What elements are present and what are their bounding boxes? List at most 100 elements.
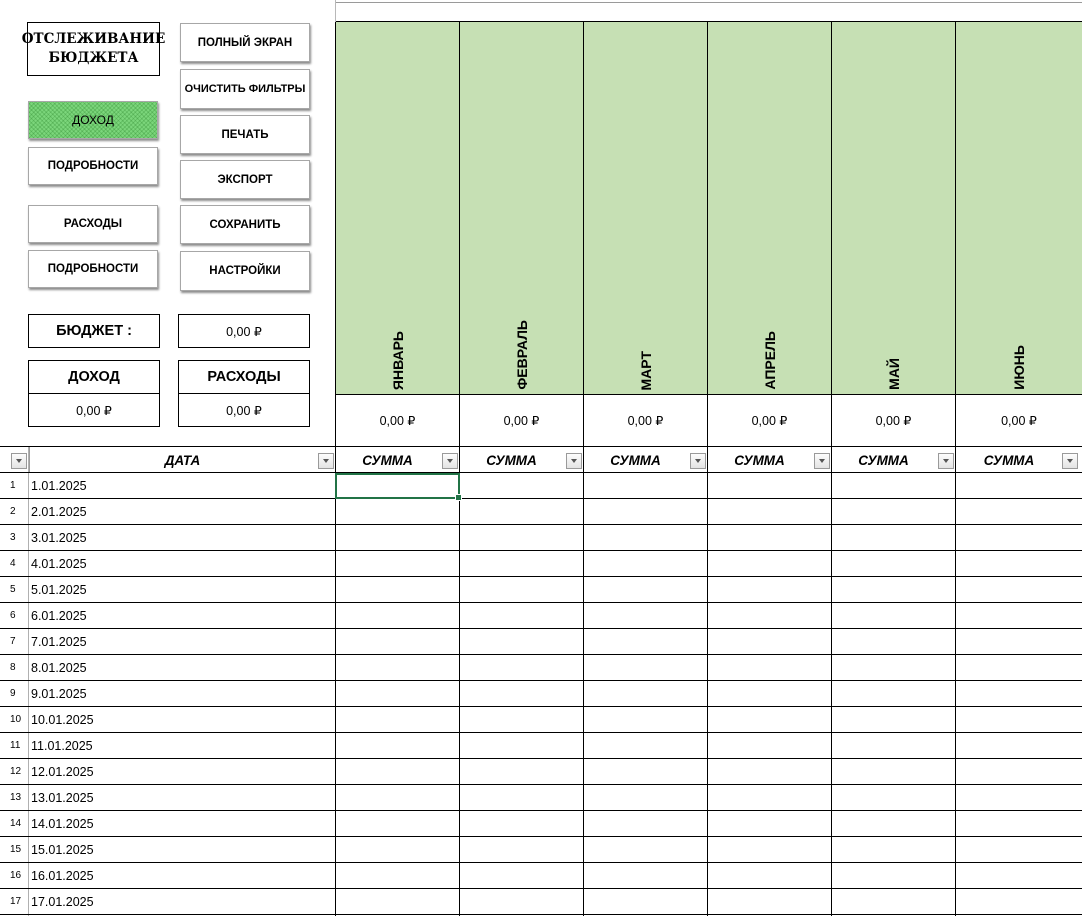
row-number: 8 bbox=[10, 662, 16, 673]
row-border bbox=[0, 732, 1082, 733]
grid-vline bbox=[583, 447, 584, 916]
row-number: 14 bbox=[10, 818, 22, 829]
row-border bbox=[0, 862, 1082, 863]
selected-cell[interactable] bbox=[335, 473, 462, 501]
row-number: 7 bbox=[10, 636, 16, 647]
row-number: 1 bbox=[10, 480, 16, 491]
row-border bbox=[0, 810, 1082, 811]
print-button[interactable]: ПЕЧАТЬ bbox=[180, 115, 310, 154]
dashboard-title: ОТСЛЕЖИВАНИЕ БЮДЖЕТА bbox=[22, 22, 165, 76]
row-border bbox=[0, 550, 1082, 551]
date-cell[interactable]: 12.01.2025 bbox=[31, 759, 94, 785]
month-name: ФЕВРАЛЬ bbox=[513, 320, 530, 390]
expenses-total-label: РАСХОДЫ bbox=[178, 360, 310, 394]
grid-vline bbox=[335, 447, 336, 916]
february-filter-button[interactable] bbox=[566, 453, 582, 469]
march-filter-button[interactable] bbox=[690, 453, 706, 469]
income-details-button[interactable]: ПОДРОБНОСТИ bbox=[28, 147, 158, 185]
chevron-down-icon bbox=[819, 459, 825, 463]
date-cell[interactable]: 4.01.2025 bbox=[31, 551, 87, 577]
chevron-down-icon bbox=[695, 459, 701, 463]
month-total-january: 0,00 ₽ bbox=[335, 394, 459, 446]
may-filter-button[interactable] bbox=[938, 453, 954, 469]
grid-vline bbox=[955, 447, 956, 916]
row-border bbox=[0, 576, 1082, 577]
date-cell[interactable]: 8.01.2025 bbox=[31, 655, 87, 681]
row-number: 4 bbox=[10, 558, 16, 569]
amount-column-header-january[interactable]: СУММА bbox=[335, 447, 459, 473]
grid-vline bbox=[831, 447, 832, 916]
month-total-may: 0,00 ₽ bbox=[831, 394, 955, 446]
row-number: 11 bbox=[10, 740, 21, 751]
date-column-header[interactable]: ДАТА bbox=[29, 447, 335, 473]
january-filter-button[interactable] bbox=[442, 453, 458, 469]
date-cell[interactable]: 2.01.2025 bbox=[31, 499, 87, 525]
row-number: 15 bbox=[10, 844, 22, 855]
sheet-top-border bbox=[336, 2, 1082, 3]
expenses-details-button[interactable]: ПОДРОБНОСТИ bbox=[28, 250, 158, 288]
row-number: 13 bbox=[10, 792, 22, 803]
april-filter-button[interactable] bbox=[814, 453, 830, 469]
row-number: 3 bbox=[10, 532, 16, 543]
month-total-march: 0,00 ₽ bbox=[583, 394, 707, 446]
date-cell[interactable]: 3.01.2025 bbox=[31, 525, 87, 551]
amount-column-header-may[interactable]: СУММА bbox=[831, 447, 955, 473]
row-border bbox=[0, 628, 1082, 629]
fullscreen-button[interactable]: ПОЛНЫЙ ЭКРАН bbox=[180, 23, 310, 62]
save-button[interactable]: СОХРАНИТЬ bbox=[180, 205, 310, 244]
date-filter-button[interactable] bbox=[318, 453, 334, 469]
budget-label: БЮДЖЕТ : bbox=[28, 314, 160, 348]
date-cell[interactable]: 14.01.2025 bbox=[31, 811, 94, 837]
settings-button[interactable]: НАСТРОЙКИ bbox=[180, 251, 310, 291]
date-cell[interactable]: 6.01.2025 bbox=[31, 603, 87, 629]
row-number: 2 bbox=[10, 506, 16, 517]
row-border bbox=[0, 706, 1082, 707]
june-filter-button[interactable] bbox=[1062, 453, 1078, 469]
date-cell[interactable]: 16.01.2025 bbox=[31, 863, 94, 889]
row-border bbox=[0, 472, 1082, 473]
month-header-may: МАЙ bbox=[831, 22, 955, 394]
date-cell[interactable]: 1.01.2025 bbox=[31, 473, 87, 499]
month-header-february: ФЕВРАЛЬ bbox=[459, 22, 583, 394]
date-cell[interactable]: 11.01.2025 bbox=[31, 733, 93, 759]
row-number-filter-button[interactable] bbox=[11, 453, 27, 469]
row-number: 10 bbox=[10, 714, 22, 725]
row-number: 17 bbox=[10, 896, 22, 907]
grid-vline bbox=[707, 447, 708, 916]
row-border bbox=[0, 836, 1082, 837]
date-cell[interactable]: 7.01.2025 bbox=[31, 629, 87, 655]
row-border bbox=[0, 498, 1082, 499]
month-header-march: МАРТ bbox=[583, 22, 707, 394]
date-cell[interactable]: 17.01.2025 bbox=[31, 889, 94, 915]
row-border bbox=[0, 680, 1082, 681]
date-cell[interactable]: 9.01.2025 bbox=[31, 681, 87, 707]
amount-column-header-april[interactable]: СУММА bbox=[707, 447, 831, 473]
date-cell[interactable]: 10.01.2025 bbox=[31, 707, 94, 733]
expenses-button[interactable]: РАСХОДЫ bbox=[28, 205, 158, 243]
chevron-down-icon bbox=[16, 459, 22, 463]
row-number: 12 bbox=[10, 766, 22, 777]
income-button[interactable]: ДОХОД bbox=[28, 101, 158, 139]
date-cell[interactable]: 13.01.2025 bbox=[31, 785, 94, 811]
clear-filters-button[interactable]: ОЧИСТИТЬ ФИЛЬТРЫ bbox=[180, 69, 310, 109]
month-total-february: 0,00 ₽ bbox=[459, 394, 583, 446]
month-header-january: ЯНВАРЬ bbox=[335, 22, 459, 394]
row-number: 6 bbox=[10, 610, 16, 621]
budget-value: 0,00 ₽ bbox=[178, 314, 310, 348]
amount-column-header-march[interactable]: СУММА bbox=[583, 447, 707, 473]
date-cell[interactable]: 15.01.2025 bbox=[31, 837, 94, 863]
month-header-june: ИЮНЬ bbox=[955, 22, 1082, 394]
amount-column-header-february[interactable]: СУММА bbox=[459, 447, 583, 473]
month-name: МАЙ bbox=[885, 358, 902, 390]
chevron-down-icon bbox=[571, 459, 577, 463]
row-border bbox=[0, 524, 1082, 525]
date-cell[interactable]: 5.01.2025 bbox=[31, 577, 87, 603]
row-border bbox=[0, 914, 1082, 915]
month-name: ЯНВАРЬ bbox=[389, 330, 406, 390]
row-border bbox=[0, 758, 1082, 759]
export-button[interactable]: ЭКСПОРТ bbox=[180, 160, 310, 199]
income-total-label: ДОХОД bbox=[28, 360, 160, 394]
row-border bbox=[0, 654, 1082, 655]
grid-vline bbox=[459, 447, 460, 916]
month-total-june: 0,00 ₽ bbox=[955, 394, 1082, 446]
